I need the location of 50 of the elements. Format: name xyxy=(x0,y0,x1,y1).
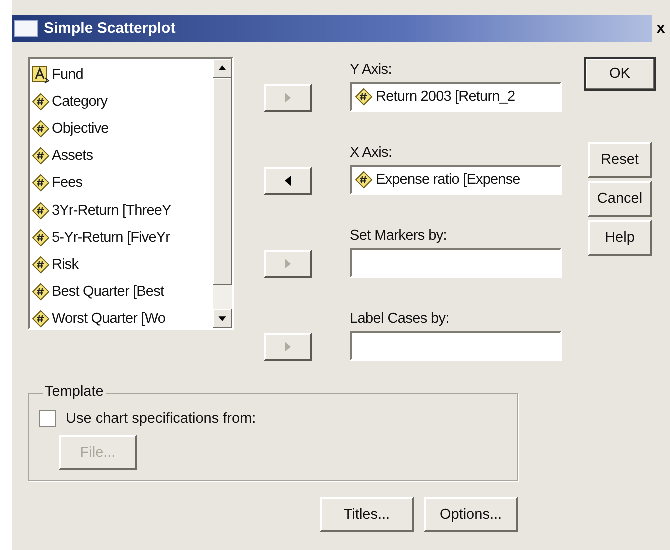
variable-item[interactable]: 5-Yr-Return [FiveYr xyxy=(32,224,213,252)
window-icon xyxy=(14,20,38,37)
move-button[interactable] xyxy=(264,167,312,195)
variable-item[interactable]: Fees xyxy=(32,170,213,197)
scroll-thumb[interactable] xyxy=(213,78,232,285)
field-label: Y Axis: xyxy=(350,62,393,80)
numeric-variable-icon xyxy=(32,283,50,302)
numeric-variable-icon xyxy=(32,120,50,138)
variable-item[interactable]: Worst Quarter [Wo xyxy=(32,306,213,328)
dialog-button[interactable]: Titles... xyxy=(320,497,414,532)
checkbox[interactable] xyxy=(39,410,56,427)
variable-field[interactable] xyxy=(350,331,562,361)
variable-item[interactable]: Risk xyxy=(32,251,213,278)
scrollbar[interactable] xyxy=(213,59,232,328)
close-button[interactable]: x xyxy=(652,15,670,42)
variable-item[interactable]: Best Quarter [Best xyxy=(32,278,213,306)
variable-item[interactable]: Fund xyxy=(32,61,213,88)
window-title: Simple Scatterplot xyxy=(44,20,177,37)
numeric-variable-icon xyxy=(355,171,373,189)
variable-item[interactable]: 3Yr-Return [ThreeY xyxy=(32,196,213,224)
variable-field[interactable] xyxy=(350,248,562,278)
group-title: Template xyxy=(43,384,106,400)
dialog-button[interactable]: Options... xyxy=(424,497,518,532)
right-arrow-icon xyxy=(285,259,291,269)
checkbox-label: Use chart specifications from: xyxy=(66,410,256,426)
variable-field[interactable]: Expense ratio [Expense xyxy=(350,165,562,195)
field-label: X Axis: xyxy=(350,145,394,163)
field-label: Set Markers by: xyxy=(350,228,448,246)
dialog-button[interactable]: OK xyxy=(584,57,656,91)
numeric-variable-icon xyxy=(32,92,50,111)
variable-item[interactable]: Objective xyxy=(32,115,213,143)
numeric-variable-icon xyxy=(32,202,50,220)
variable-item[interactable]: Category xyxy=(32,88,213,116)
left-arrow-icon xyxy=(285,176,291,186)
dialog-button[interactable]: Help xyxy=(588,220,652,256)
numeric-variable-icon xyxy=(32,147,50,166)
right-arrow-icon xyxy=(285,342,291,352)
numeric-variable-icon xyxy=(32,228,50,247)
field-label: Label Cases by: xyxy=(350,311,450,329)
numeric-variable-icon xyxy=(32,256,50,274)
numeric-variable-icon xyxy=(355,88,373,106)
dialog-button[interactable]: Cancel xyxy=(588,181,652,217)
right-arrow-icon xyxy=(285,93,291,103)
variable-item[interactable]: Assets xyxy=(32,142,213,170)
numeric-variable-icon xyxy=(32,310,50,328)
numeric-variable-icon xyxy=(32,174,50,192)
dialog-button[interactable]: Reset xyxy=(588,142,652,178)
scroll-up-icon[interactable] xyxy=(213,59,232,78)
scroll-down-icon[interactable] xyxy=(213,309,232,328)
string-variable-icon xyxy=(32,66,50,84)
